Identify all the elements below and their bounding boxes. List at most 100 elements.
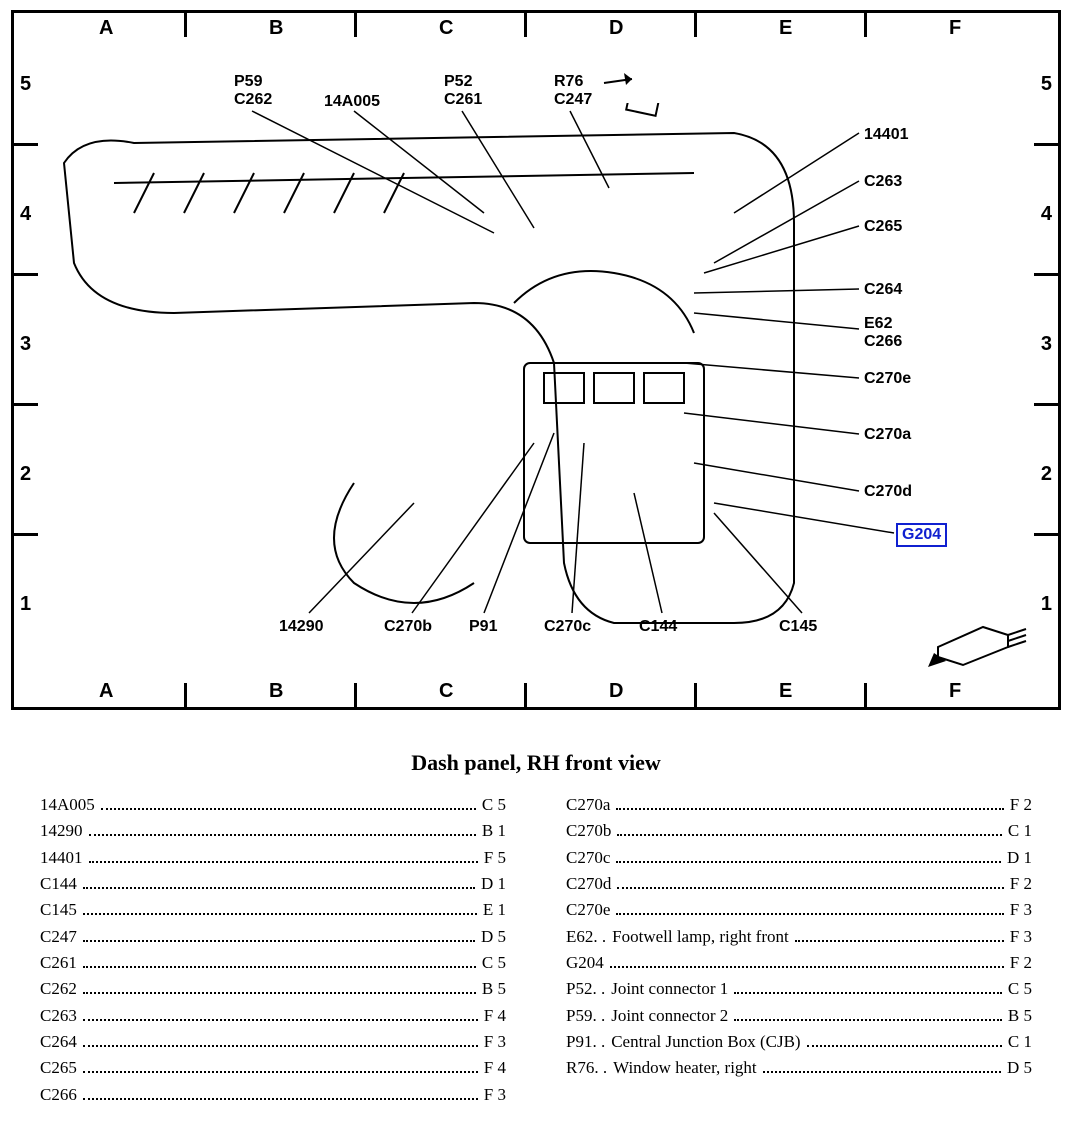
- legend-dots: [83, 913, 477, 915]
- legend-id: P91: [566, 1029, 592, 1055]
- grid-col-a-top: A: [99, 17, 113, 40]
- callout-label: C265: [864, 218, 902, 236]
- legend-row: C270dF 2: [566, 871, 1032, 897]
- leader-lines: [14, 13, 1058, 707]
- grid-col-f-bot: F: [949, 680, 961, 703]
- legend-location: F 3: [484, 1029, 506, 1055]
- grid-col-b-bot: B: [269, 680, 283, 703]
- legend-dots: [616, 913, 1003, 915]
- legend-row: C247D 5: [40, 924, 506, 950]
- legend-dots: . .: [594, 1055, 607, 1081]
- legend-id: P59: [566, 1003, 592, 1029]
- legend-id: P52: [566, 976, 592, 1002]
- grid-tick: [354, 13, 357, 37]
- legend-location: F 2: [1010, 792, 1032, 818]
- grid-row-1-r: 1: [1041, 593, 1052, 616]
- legend-dots: [83, 887, 475, 889]
- legend-dots: [89, 834, 476, 836]
- legend-location: F 3: [1010, 924, 1032, 950]
- legend-location: F 4: [484, 1003, 506, 1029]
- legend-row: C266F 3: [40, 1082, 506, 1108]
- legend-dots: [83, 992, 476, 994]
- legend-location: B 5: [1008, 1003, 1032, 1029]
- legend-id: C262: [40, 976, 77, 1002]
- callout-label: C270d: [864, 483, 912, 501]
- legend-location: C 5: [482, 950, 506, 976]
- legend-location: F 4: [484, 1055, 506, 1081]
- legend-id: R76: [566, 1055, 594, 1081]
- legend-desc: Joint connector 2: [611, 1003, 728, 1029]
- legend-row: R76 . . Window heater, rightD 5: [566, 1055, 1032, 1081]
- grid-col-c-bot: C: [439, 680, 453, 703]
- callout-label: P52 C261: [444, 73, 482, 108]
- legend-row: P59 . . Joint connector 2B 5: [566, 1003, 1032, 1029]
- legend-desc: Central Junction Box (CJB): [611, 1029, 800, 1055]
- legend-dots: [83, 940, 475, 942]
- callout-label: E62 C266: [864, 315, 902, 350]
- legend-table: 14A005C 514290B 114401F 5C144D 1C145E 1C…: [10, 792, 1062, 1108]
- grid-row-5-l: 5: [20, 73, 31, 96]
- legend-dots: [83, 1098, 478, 1100]
- legend-id: 14290: [40, 818, 83, 844]
- legend-row: G204F 2: [566, 950, 1032, 976]
- legend-desc: Joint connector 1: [611, 976, 728, 1002]
- diagram-title: Dash panel, RH front view: [10, 750, 1062, 776]
- legend-id: C145: [40, 897, 77, 923]
- grid-tick: [524, 683, 527, 707]
- callout-label: 14401: [864, 126, 909, 144]
- legend-location: D 1: [1007, 845, 1032, 871]
- legend-location: D 5: [481, 924, 506, 950]
- grid-col-d-top: D: [609, 17, 623, 40]
- legend-id: C270d: [566, 871, 611, 897]
- legend-row: 14401F 5: [40, 845, 506, 871]
- grid-tick: [14, 533, 38, 536]
- legend-id: C144: [40, 871, 77, 897]
- grid-row-2-l: 2: [20, 463, 31, 486]
- grid-col-e-top: E: [779, 17, 792, 40]
- callout-label: 14290: [279, 618, 324, 636]
- legend-id: C264: [40, 1029, 77, 1055]
- grid-tick: [14, 403, 38, 406]
- grid-row-5-r: 5: [1041, 73, 1052, 96]
- legend-location: C 1: [1008, 818, 1032, 844]
- legend-location: F 3: [1010, 897, 1032, 923]
- grid-col-d-bot: D: [609, 680, 623, 703]
- grid-row-4-l: 4: [20, 203, 31, 226]
- legend-dots: [616, 861, 1001, 863]
- legend-row: C261 C 5: [40, 950, 506, 976]
- legend-id: C270a: [566, 792, 610, 818]
- grid-tick: [694, 13, 697, 37]
- legend-location: B 1: [482, 818, 506, 844]
- legend-row: C265F 4: [40, 1055, 506, 1081]
- legend-row: C270cD 1: [566, 845, 1032, 871]
- grid-col-a-bot: A: [99, 680, 113, 703]
- legend-dots: [83, 1071, 478, 1073]
- legend-dots: [617, 887, 1003, 889]
- legend-row: E62 . . Footwell lamp, right frontF 3: [566, 924, 1032, 950]
- legend-dots: [89, 861, 478, 863]
- legend-id: C266: [40, 1082, 77, 1108]
- legend-id: 14A005: [40, 792, 95, 818]
- grid-tick: [1034, 533, 1058, 536]
- legend-location: B 5: [482, 976, 506, 1002]
- legend-dots: [101, 808, 476, 810]
- legend-location: F 2: [1010, 950, 1032, 976]
- grid-tick: [864, 13, 867, 37]
- grid-col-b-top: B: [269, 17, 283, 40]
- legend-dots: . .: [593, 924, 606, 950]
- legend-row: P52 . . Joint connector 1C 5: [566, 976, 1032, 1002]
- grid-tick: [14, 143, 38, 146]
- callout-label: 14A005: [324, 93, 380, 111]
- legend-row: C270eF 3: [566, 897, 1032, 923]
- legend-location: D 5: [1007, 1055, 1032, 1081]
- callout-label: R76 C247: [554, 73, 592, 108]
- callout-label: C270a: [864, 426, 911, 444]
- legend-id: C261: [40, 950, 77, 976]
- legend-location: C 5: [1008, 976, 1032, 1002]
- legend-dots: [83, 966, 476, 968]
- legend-location: F 5: [484, 845, 506, 871]
- legend-row: C263F 4: [40, 1003, 506, 1029]
- legend-row: C264 F 3: [40, 1029, 506, 1055]
- callout-label: C263: [864, 173, 902, 191]
- highlighted-callout-g204[interactable]: G204: [896, 523, 947, 547]
